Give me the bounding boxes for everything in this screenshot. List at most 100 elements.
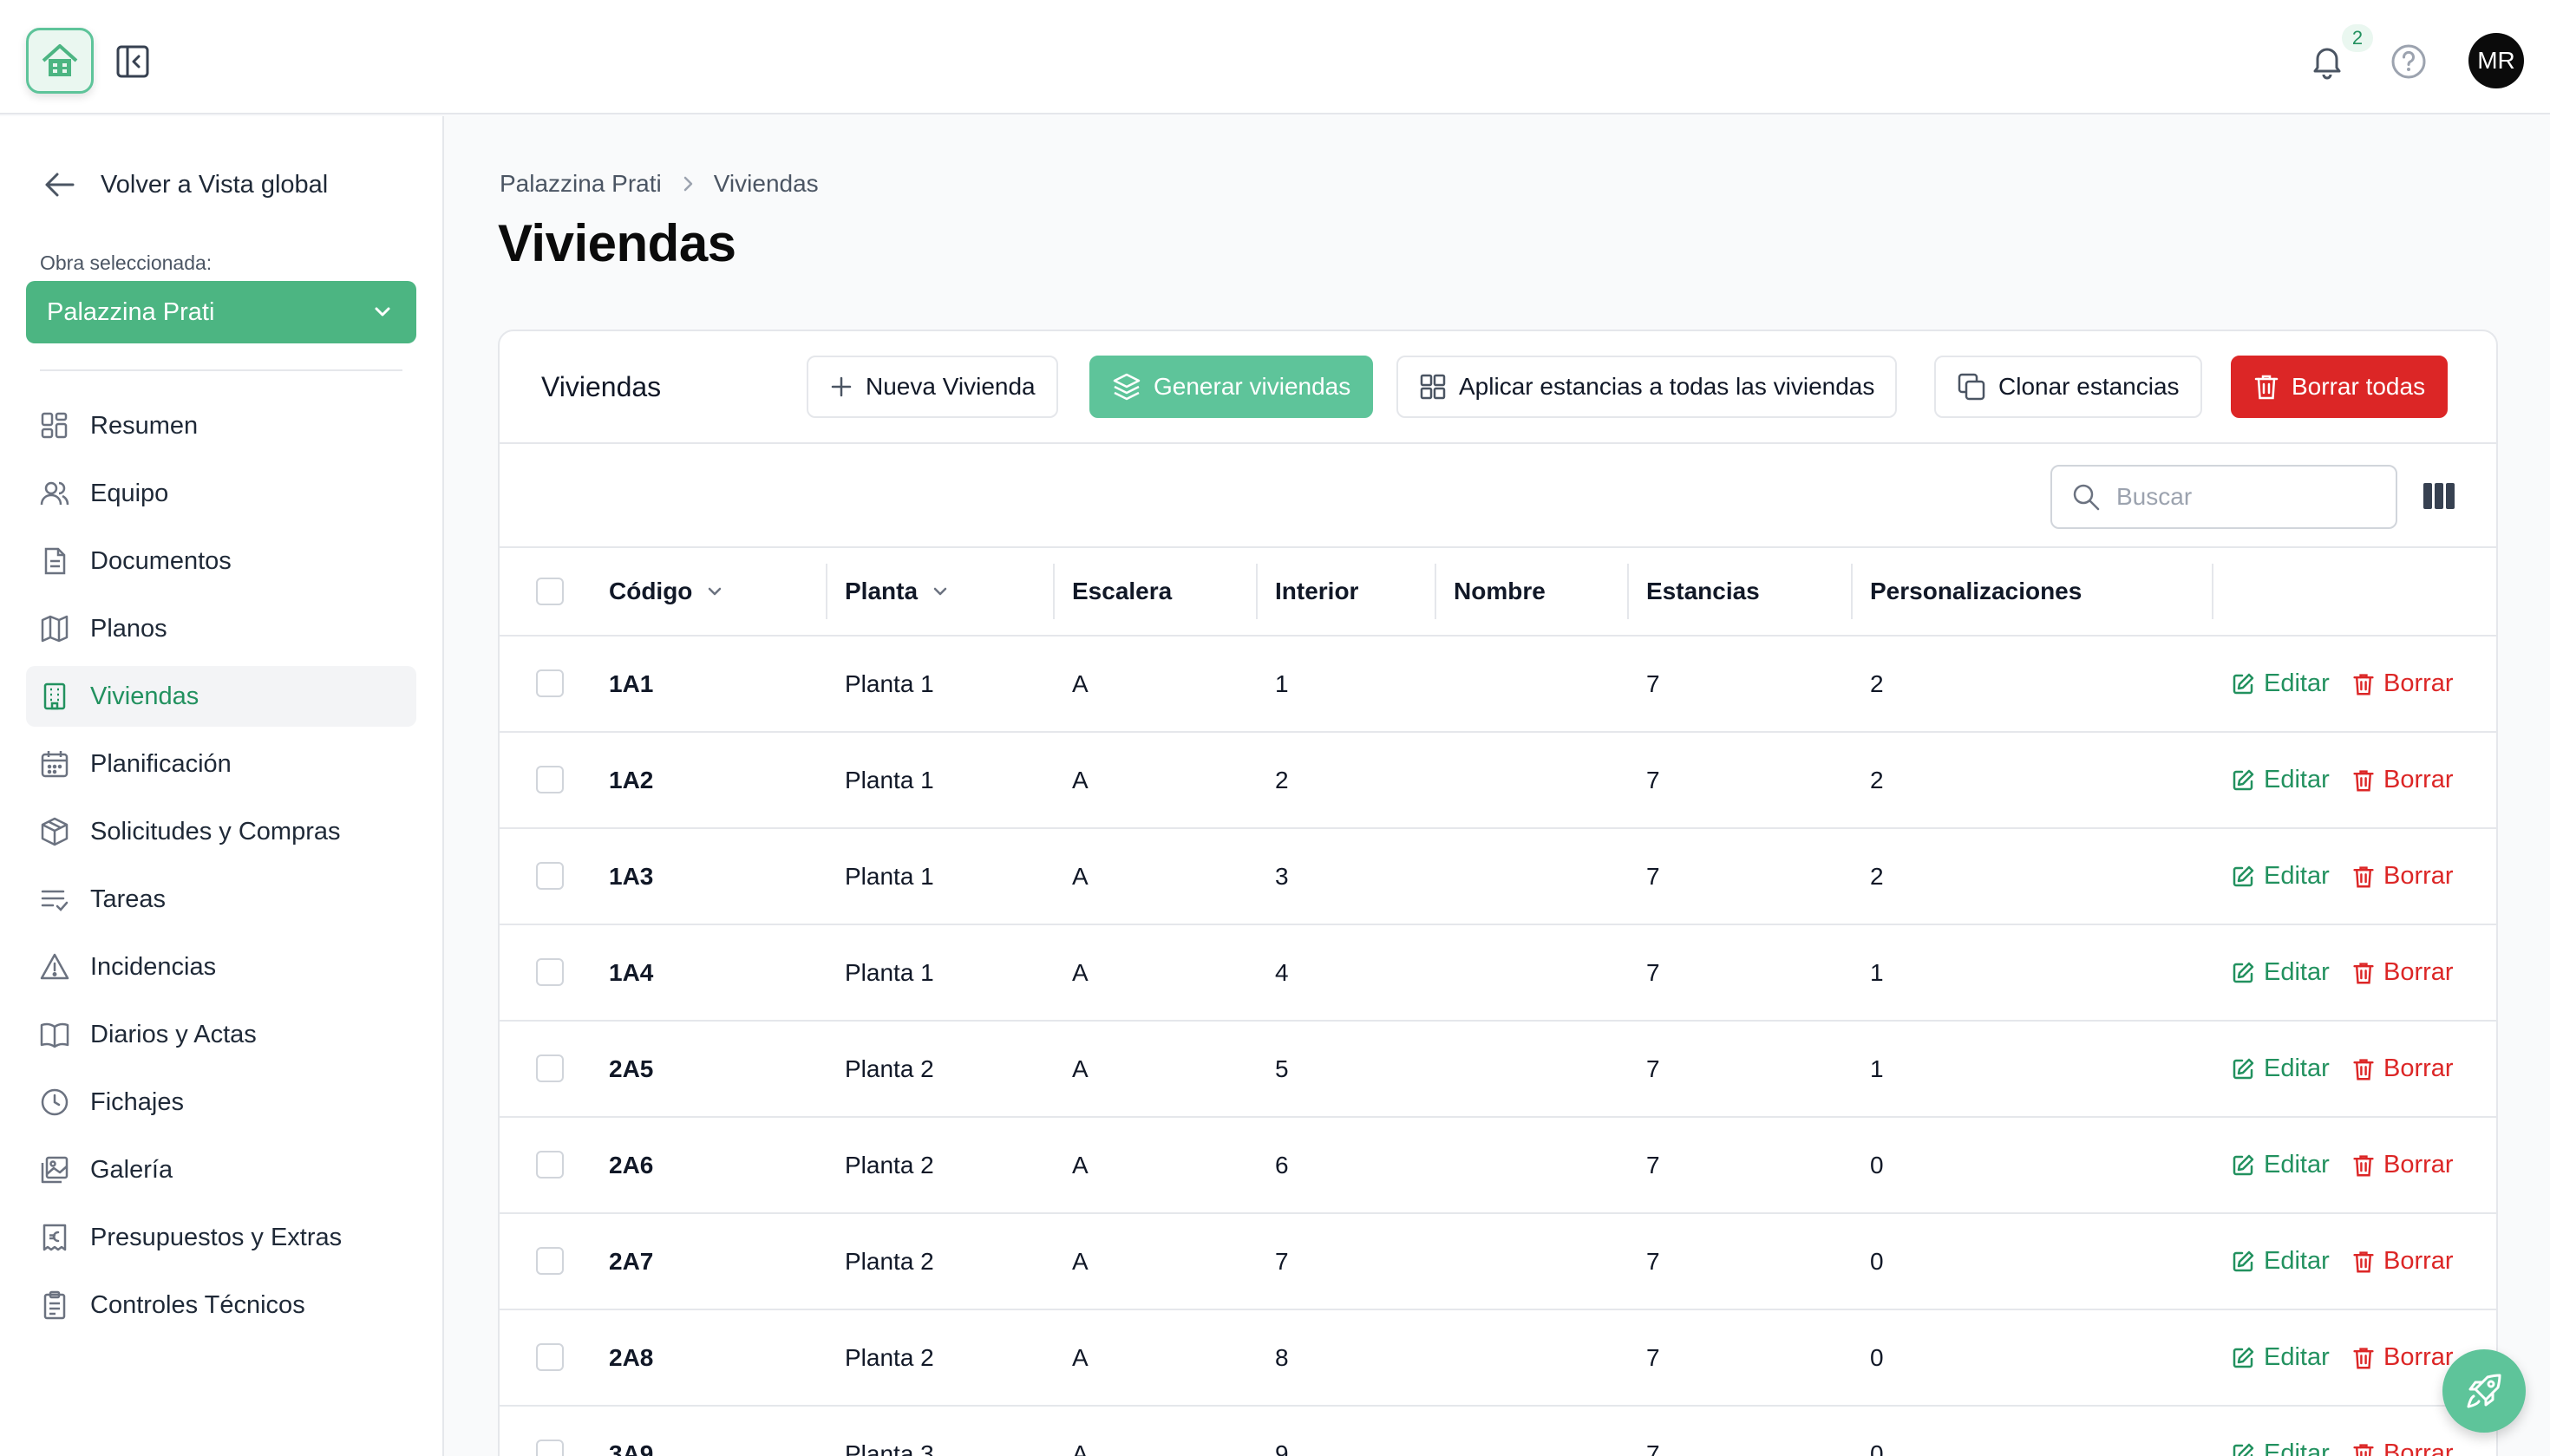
edit-label: Editar (2264, 669, 2330, 697)
breadcrumb-obra[interactable]: Palazzina Prati (500, 170, 662, 198)
column-header-label: Escalera (1072, 578, 1173, 604)
row-checkbox[interactable] (536, 1440, 564, 1456)
cell-estancias: 7 (1646, 958, 1660, 986)
cell-escalera: A (1072, 958, 1089, 986)
cell-planta: Planta 3 (845, 1440, 934, 1456)
column-separator (1256, 564, 1258, 619)
sidebar-item-label: Equipo (90, 479, 169, 507)
cell-personalizaciones: 0 (1870, 1151, 1884, 1179)
clipboard-icon (43, 1290, 66, 1320)
sidebar-item-incidencias[interactable]: Incidencias (26, 937, 416, 997)
obra-selected-value: Palazzina Prati (47, 297, 215, 326)
delete-button[interactable]: Borrar (2352, 1310, 2454, 1405)
row-checkbox[interactable] (536, 669, 564, 697)
clone-estancias-button[interactable]: Clonar estancias (1934, 356, 2202, 418)
notifications-button[interactable] (2307, 42, 2347, 82)
edit-button[interactable]: Editar (2231, 829, 2330, 924)
app-logo[interactable] (26, 28, 94, 94)
delete-button[interactable]: Borrar (2352, 733, 2454, 827)
edit-button[interactable]: Editar (2231, 637, 2330, 731)
select-all-checkbox[interactable] (536, 578, 564, 605)
apply-estancias-button[interactable]: Aplicar estancias a todas las viviendas (1396, 356, 1898, 418)
generate-viviendas-label: Generar viviendas (1154, 373, 1351, 400)
sidebar-toggle-button[interactable] (114, 43, 151, 80)
column-settings-button[interactable] (2422, 480, 2456, 512)
gallery-icon (41, 1156, 69, 1184)
cell-interior: 7 (1275, 1247, 1289, 1275)
column-separator (1435, 564, 1436, 619)
sidebar-item-tareas[interactable]: Tareas (26, 869, 416, 930)
delete-button[interactable]: Borrar (2352, 829, 2454, 924)
sidebar-item-presupuestos[interactable]: Presupuestos y Extras (26, 1207, 416, 1268)
trash-icon (2353, 1347, 2374, 1368)
sidebar-item-controles[interactable]: Controles Técnicos (26, 1275, 416, 1335)
column-header-label: Planta (845, 578, 919, 604)
delete-all-label: Borrar todas (2292, 373, 2426, 400)
sidebar-item-diarios[interactable]: Diarios y Actas (26, 1004, 416, 1065)
sidebar-item-label: Diarios y Actas (90, 1020, 257, 1048)
row-checkbox[interactable] (536, 766, 564, 793)
column-header-escalera: Escalera (1072, 548, 1172, 635)
row-checkbox[interactable] (536, 1343, 564, 1371)
sidebar-item-planificacion[interactable]: Planificación (26, 734, 416, 794)
help-button[interactable] (2389, 42, 2429, 82)
edit-button[interactable]: Editar (2231, 1118, 2330, 1212)
column-header-planta[interactable]: Planta (845, 548, 951, 635)
edit-button[interactable]: Editar (2231, 1214, 2330, 1309)
delete-button[interactable]: Borrar (2352, 1118, 2454, 1212)
edit-button[interactable]: Editar (2231, 1310, 2330, 1405)
euro-receipt-icon (42, 1224, 67, 1251)
edit-button[interactable]: Editar (2231, 733, 2330, 827)
back-to-global-view-link[interactable]: Volver a Vista global (42, 170, 328, 199)
cell-personalizaciones: 2 (1870, 669, 1884, 697)
sidebar: Volver a Vista global Obra seleccionada:… (0, 116, 444, 1456)
generate-viviendas-button[interactable]: Generar viviendas (1089, 356, 1374, 418)
sidebar-item-equipo[interactable]: Equipo (26, 463, 416, 524)
row-checkbox[interactable] (536, 1247, 564, 1275)
sort-chevron-icon (709, 587, 722, 596)
delete-label: Borrar (2383, 958, 2454, 986)
row-checkbox[interactable] (536, 862, 564, 890)
delete-button[interactable]: Borrar (2352, 637, 2454, 731)
delete-button[interactable]: Borrar (2352, 1407, 2454, 1456)
new-vivienda-button[interactable]: Nueva Vivienda (807, 356, 1058, 418)
row-checkbox[interactable] (536, 1054, 564, 1082)
trash-icon (2353, 1058, 2374, 1080)
sidebar-item-viviendas[interactable]: Viviendas (26, 666, 416, 727)
edit-label: Editar (2264, 862, 2330, 890)
sidebar-item-planos[interactable]: Planos (26, 598, 416, 659)
search-input[interactable] (2116, 483, 2377, 511)
quick-launch-button[interactable] (2442, 1349, 2526, 1433)
sidebar-item-fichajes[interactable]: Fichajes (26, 1072, 416, 1133)
edit-icon (2233, 673, 2254, 694)
delete-button[interactable]: Borrar (2352, 925, 2454, 1020)
edit-button[interactable]: Editar (2231, 1022, 2330, 1116)
map-icon (41, 615, 69, 643)
column-header-label: Interior (1275, 578, 1359, 604)
obra-select[interactable]: Palazzina Prati (26, 281, 416, 343)
delete-all-button[interactable]: Borrar todas (2231, 356, 2449, 418)
edit-button[interactable]: Editar (2231, 925, 2330, 1020)
cell-personalizaciones: 2 (1870, 766, 1884, 793)
sidebar-item-documentos[interactable]: Documentos (26, 531, 416, 591)
sidebar-item-galeria[interactable]: Galería (26, 1139, 416, 1200)
cell-codigo: 2A8 (609, 1343, 654, 1371)
edit-icon (2233, 1154, 2254, 1175)
table-row: 1A2 Planta 1 A 2 7 2 Editar Borrar (500, 733, 2496, 829)
cell-estancias: 7 (1646, 862, 1660, 890)
plus-icon (831, 376, 852, 397)
column-header-codigo[interactable]: Código (609, 548, 725, 635)
copy-icon (1958, 373, 1985, 401)
row-checkbox[interactable] (536, 958, 564, 986)
bell-icon (2313, 48, 2341, 80)
cell-planta: Planta 1 (845, 958, 934, 986)
top-bar: 2 MR (0, 0, 2550, 114)
edit-button[interactable]: Editar (2231, 1407, 2330, 1456)
delete-button[interactable]: Borrar (2352, 1214, 2454, 1309)
sidebar-item-resumen[interactable]: Resumen (26, 395, 416, 456)
delete-button[interactable]: Borrar (2352, 1022, 2454, 1116)
cell-planta: Planta 2 (845, 1247, 934, 1275)
sidebar-item-solicitudes[interactable]: Solicitudes y Compras (26, 801, 416, 862)
user-avatar[interactable]: MR (2468, 33, 2524, 88)
row-checkbox[interactable] (536, 1151, 564, 1179)
